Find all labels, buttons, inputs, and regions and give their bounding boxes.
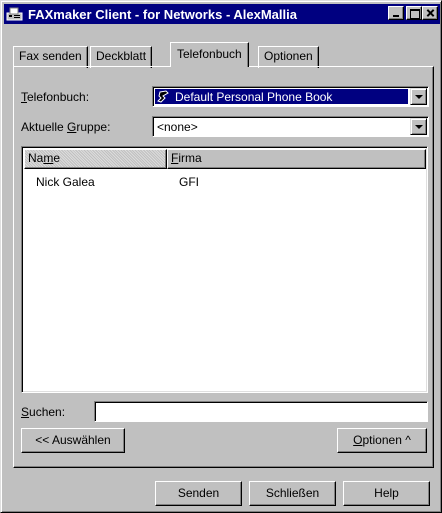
contact-name: Nick Galea (36, 175, 95, 189)
contacts-list[interactable]: Name Firma Nick Galea GFI (21, 146, 428, 393)
column-header-firma[interactable]: Firma (167, 149, 426, 169)
window-title: FAXmaker Client - for Networks - AlexMal… (28, 6, 297, 22)
phonebook-selected-text: Default Personal Phone Book (175, 89, 333, 104)
chevron-down-icon[interactable] (410, 118, 427, 135)
select-button[interactable]: << Auswählen (21, 428, 125, 453)
minimize-icon[interactable] (388, 6, 404, 20)
column-header-name[interactable]: Name (24, 149, 167, 169)
search-input[interactable] (94, 401, 428, 422)
faxmaker-app-icon (6, 6, 24, 22)
contact-company: GFI (179, 175, 199, 189)
tab-deckblatt[interactable]: Deckblatt (90, 46, 153, 68)
tab-telefonbuch[interactable]: Telefonbuch (170, 42, 249, 67)
phonebook-selected-value: Default Personal Phone Book (155, 89, 408, 104)
tab-optionen[interactable]: Optionen (258, 46, 319, 68)
chevron-down-icon[interactable] (410, 88, 427, 105)
tab-fax-senden[interactable]: Fax senden (13, 46, 88, 68)
title-bar[interactable]: FAXmaker Client - for Networks - AlexMal… (4, 4, 440, 24)
close-button[interactable]: Schließen (249, 481, 336, 506)
group-select[interactable]: <none> (152, 116, 429, 137)
group-selected-value: <none> (157, 119, 198, 134)
window-controls (386, 6, 438, 20)
group-label: Aktuelle Gruppe: (21, 120, 111, 134)
send-button[interactable]: Senden (155, 481, 242, 506)
search-label: Suchen: (21, 405, 66, 419)
help-button[interactable]: Help (343, 481, 430, 506)
maximize-icon[interactable] (406, 6, 422, 20)
list-item[interactable]: Nick Galea GFI (24, 174, 424, 190)
phonebook-label: Telefonbuch: (21, 90, 90, 104)
app-window: FAXmaker Client - for Networks - AlexMal… (0, 0, 442, 513)
close-icon[interactable] (422, 6, 438, 20)
phonebook-icon (157, 90, 171, 103)
phonebook-select[interactable]: Default Personal Phone Book (152, 86, 429, 107)
options-button[interactable]: Optionen ^ (337, 428, 427, 453)
